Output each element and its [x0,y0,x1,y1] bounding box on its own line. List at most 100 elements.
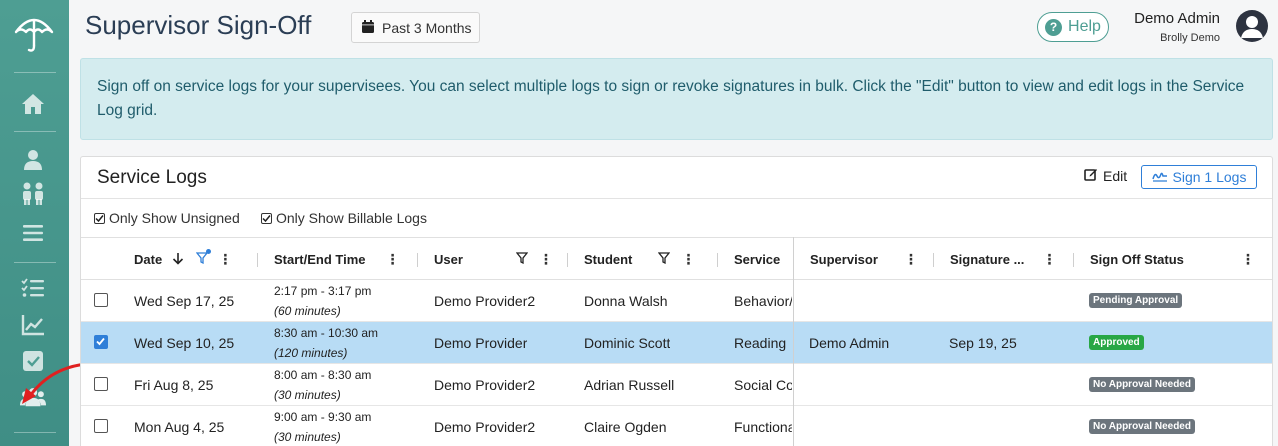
sidebar-divider [14,131,56,132]
question-circle-icon: ? [1045,18,1063,36]
column-header-status[interactable]: Sign Off Status ⋮ [1090,238,1255,281]
column-header-service[interactable]: Service [734,238,780,281]
column-date-label: Date [134,252,163,267]
column-signature-label: Signature ... [950,252,1025,267]
cell-status: No Approval Needed [1089,406,1195,446]
cell-service: Behavior/ [734,292,792,309]
filter-unsigned-label: Only Show Unsigned [109,210,240,226]
checklist-icon[interactable] [20,275,46,301]
column-separator[interactable] [1073,253,1074,267]
signature-icon [1151,169,1168,185]
cell-student: Adrian Russell [584,376,675,393]
grid-header: Date ⋮ Start/End Time ⋮ User ⋮ Student ⋮… [81,237,1272,281]
column-separator[interactable] [567,253,568,267]
menu-icon[interactable] [20,220,46,246]
cell-student: Donna Walsh [584,292,668,309]
pinned-column-divider [793,237,794,446]
cell-duration: (30 minutes) [274,429,341,444]
row-checkbox[interactable] [94,377,108,391]
table-row[interactable]: Mon Aug 4, 25 9:00 am - 9:30 am (30 minu… [81,406,1272,446]
sign-logs-button[interactable]: Sign 1 Logs [1141,165,1257,189]
help-label: Help [1068,18,1101,35]
avatar[interactable] [1236,10,1268,42]
chart-icon[interactable] [20,312,46,338]
cell-duration: (120 minutes) [274,345,348,360]
students-icon[interactable] [20,181,46,207]
cell-status: No Approval Needed [1089,364,1195,405]
table-row[interactable]: Fri Aug 8, 25 8:00 am - 8:30 am (30 minu… [81,364,1272,406]
cell-date: Fri Aug 8, 25 [134,376,214,393]
period-label: Past 3 Months [382,19,472,36]
cell-time-range: 8:30 am - 10:30 am [274,325,379,340]
status-badge: No Approval Needed [1089,377,1195,392]
filter-active-icon[interactable] [195,249,212,267]
sidebar-divider [14,72,56,73]
filter-billable-checkbox[interactable]: Only Show Billable Logs [261,210,427,226]
column-separator[interactable] [717,253,718,267]
status-badge: Pending Approval [1089,293,1183,308]
card-title: Service Logs [97,167,207,188]
column-separator[interactable] [933,253,934,267]
help-button[interactable]: ? Help [1037,12,1109,42]
edit-button[interactable]: Edit [1084,167,1127,184]
table-row[interactable]: Wed Sep 17, 25 2:17 pm - 3:17 pm (60 min… [81,280,1272,322]
column-header-student[interactable]: Student ⋮ [584,238,695,281]
column-menu-icon[interactable]: ⋮ [539,251,553,268]
column-menu-icon[interactable]: ⋮ [1241,251,1255,268]
table-row[interactable]: Wed Sep 10, 25 8:30 am - 10:30 am (120 m… [81,322,1272,364]
row-checkbox[interactable] [94,293,108,307]
cell-signature: Sep 19, 25 [949,334,1017,351]
column-menu-icon[interactable]: ⋮ [904,251,918,268]
sign-logs-label: Sign 1 Logs [1172,169,1247,185]
filter-icon[interactable] [658,252,671,267]
column-menu-icon[interactable]: ⋮ [1042,251,1056,268]
edit-icon [1084,167,1098,184]
annotation-arrow [22,362,88,404]
cell-status: Pending Approval [1089,280,1183,321]
row-checkbox[interactable] [94,419,108,433]
info-banner-text: Sign off on service logs for your superv… [97,78,1245,119]
column-menu-icon[interactable]: ⋮ [218,251,232,268]
filter-unsigned-checkbox[interactable]: Only Show Unsigned [94,210,240,226]
user-name[interactable]: Demo Admin [1134,10,1220,27]
cell-duration: (60 minutes) [274,303,341,318]
status-badge: Approved [1089,335,1144,350]
column-header-time[interactable]: Start/End Time ⋮ [274,238,400,281]
column-menu-icon[interactable]: ⋮ [386,251,400,268]
home-icon[interactable] [20,91,46,117]
cell-user: Demo Provider2 [434,292,536,309]
column-user-label: User [434,252,463,267]
cell-date: Mon Aug 4, 25 [134,418,225,435]
service-logs-grid: Date ⋮ Start/End Time ⋮ User ⋮ Student ⋮… [81,237,1272,446]
period-selector-button[interactable]: Past 3 Months [351,12,480,43]
checked-icon [94,212,105,224]
cell-duration: (30 minutes) [274,387,341,402]
umbrella-logo-icon[interactable] [13,12,55,54]
column-service-label: Service [734,252,781,267]
column-header-supervisor[interactable]: Supervisor ⋮ [810,238,918,281]
filter-icon[interactable] [515,252,529,267]
info-banner: Sign off on service logs for your superv… [80,58,1273,140]
column-header-signature[interactable]: Signature ... ⋮ [950,238,1056,281]
status-badge: No Approval Needed [1089,419,1195,434]
column-header-date[interactable]: Date ⋮ [134,238,232,281]
user-organization: Brolly Demo [1160,32,1220,44]
calendar-icon [362,19,374,36]
cell-supervisor: Demo Admin [809,334,890,351]
sort-down-icon[interactable] [172,252,184,268]
cell-time: 8:00 am - 8:30 am (30 minutes) [274,364,371,405]
cell-user: Demo Provider2 [434,376,536,393]
column-separator[interactable] [257,253,258,267]
column-header-user[interactable]: User ⋮ [434,238,553,281]
cell-time-range: 2:17 pm - 3:17 pm [274,283,372,298]
cell-time-range: 9:00 am - 9:30 am [274,409,372,424]
row-checkbox[interactable] [94,335,108,349]
sidebar-divider [14,262,56,263]
column-menu-icon[interactable]: ⋮ [681,251,695,268]
cell-service: Social Co [734,376,792,393]
user-icon[interactable] [20,147,46,173]
cell-time: 2:17 pm - 3:17 pm (60 minutes) [274,280,371,321]
column-separator[interactable] [417,253,418,267]
column-student-label: Student [584,252,633,267]
cell-time: 9:00 am - 9:30 am (30 minutes) [274,406,371,446]
